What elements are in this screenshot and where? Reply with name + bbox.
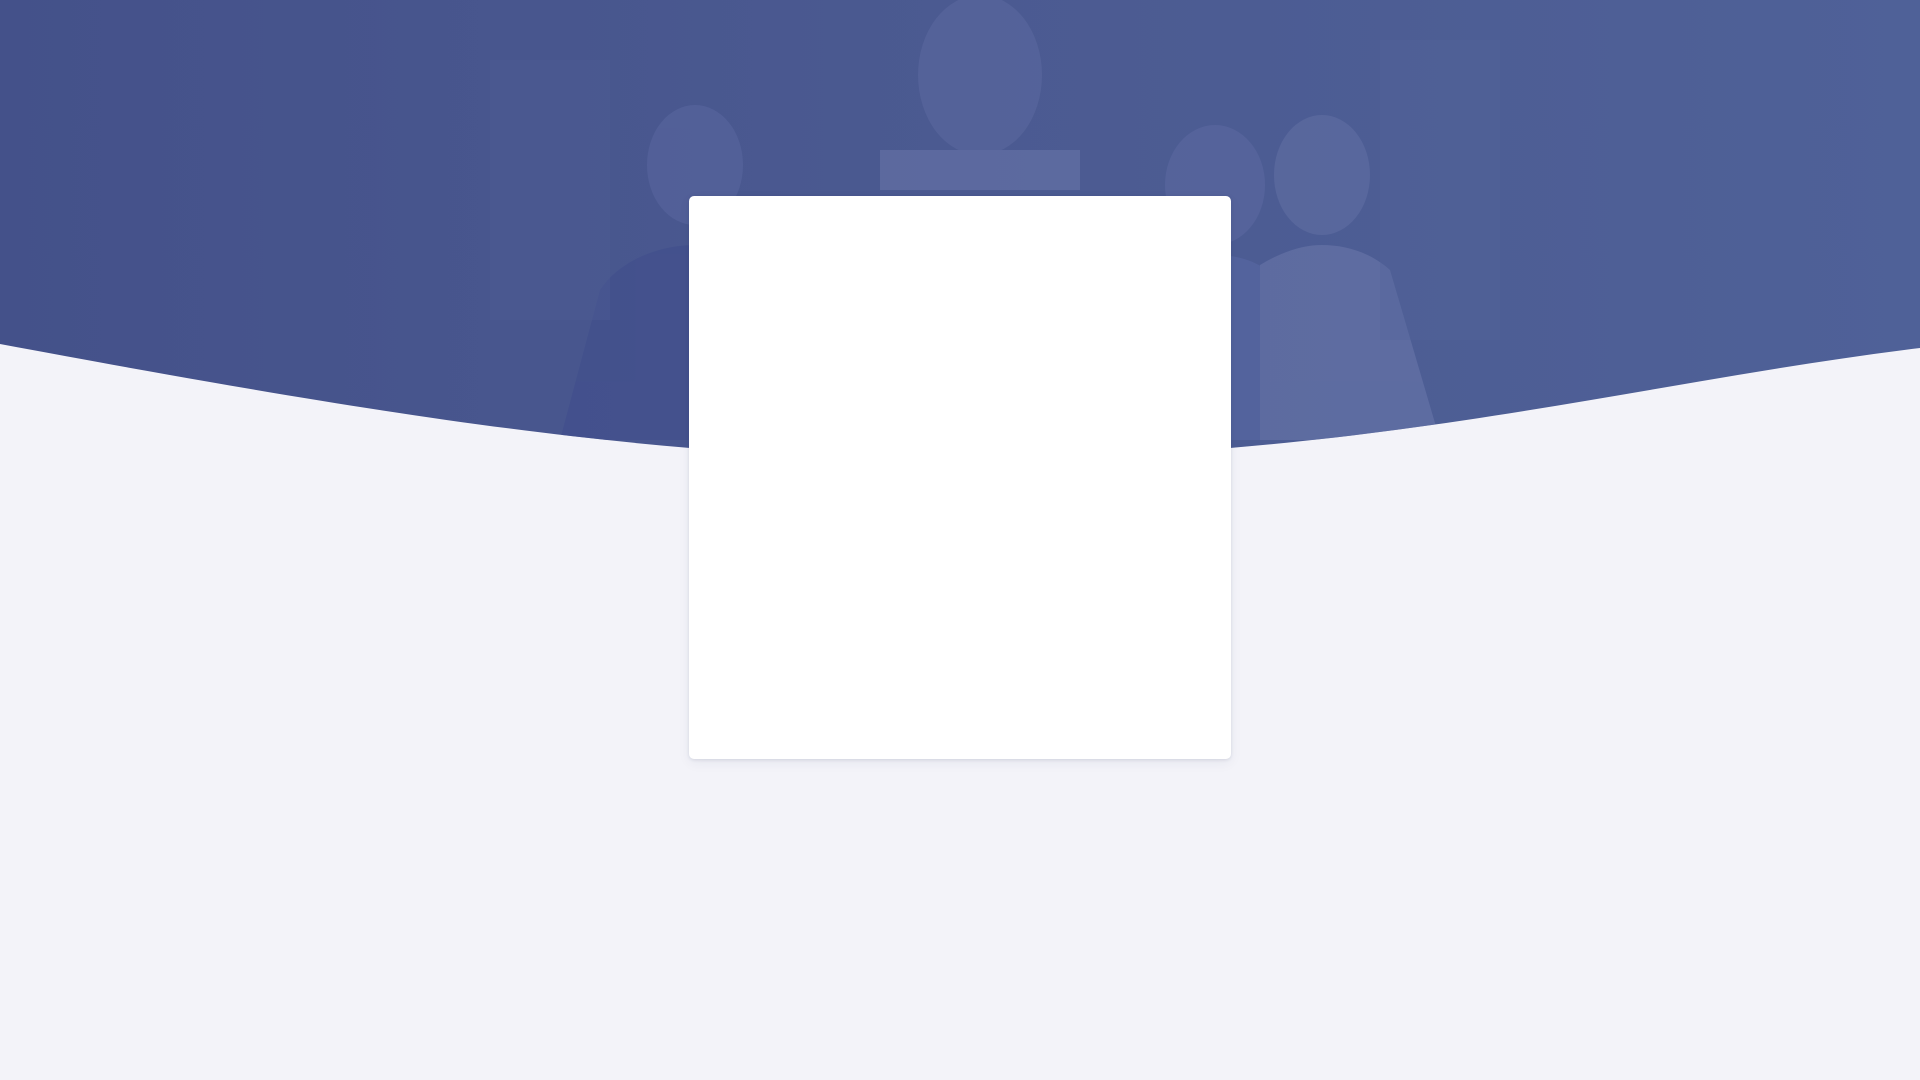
content-card xyxy=(689,196,1231,759)
card-placeholder xyxy=(707,214,1213,741)
